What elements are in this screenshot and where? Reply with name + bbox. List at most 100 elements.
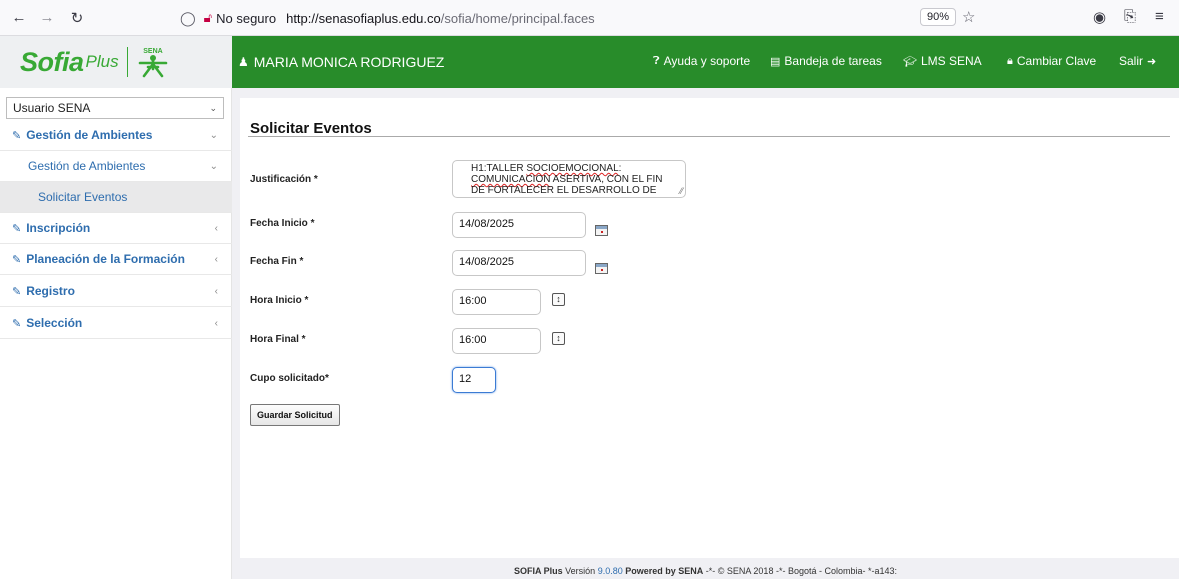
zoom-level-button[interactable]: 90% [920, 8, 957, 26]
task-tray-label: Bandeja de tareas [784, 54, 882, 68]
chevron-down-icon: ⌄ [209, 129, 218, 141]
title-divider [248, 136, 1170, 137]
not-secure-indicator[interactable]: 🔓︎ No seguro [204, 10, 276, 26]
sidebar-item-inscripcion[interactable]: ✎ Inscripción ‹ [0, 213, 232, 244]
menu-icon[interactable]: ≡ [1155, 8, 1164, 25]
edit-icon: ✎ [12, 317, 22, 330]
lms-sena-label: LMS SENA [920, 54, 982, 68]
justificacion-textarea[interactable]: H1:TALLER SOCIOEMOCIONAL: COMUNICACION A… [452, 160, 686, 198]
user-name-label: MARIA MONICA RODRIGUEZ [253, 54, 445, 70]
calendar-icon[interactable] [595, 225, 608, 236]
hora-final-label: Hora Final * [250, 334, 306, 345]
url-host: http://senasofiaplus.edu.co [286, 10, 441, 26]
graduation-cap-icon: 🎓︎ [903, 55, 917, 68]
top-navbar: ♟ MARIA MONICA RODRIGUEZ ❓︎ Ayuda y sopo… [232, 36, 1179, 88]
footer: SOFIA Plus Versión 9.0.80 Powered by SEN… [232, 566, 1179, 579]
main-content: Solicitar Eventos Justificación * H1:TAL… [240, 98, 1179, 558]
cupo-label: Cupo solicitado* [250, 373, 329, 384]
justificacion-text-2: : [618, 163, 622, 174]
guardar-solicitud-button[interactable]: Guardar Solicitud [250, 404, 340, 426]
fecha-inicio-input[interactable]: 14/08/2025 [452, 212, 586, 238]
chevron-down-icon: ⌄ [209, 102, 217, 113]
footer-rest: -*- © SENA 2018 -*- Bogotá - Colombia- *… [703, 566, 898, 576]
task-tray-link[interactable]: ▤ Bandeja de tareas [770, 54, 882, 68]
chevron-left-icon: ‹ [214, 317, 218, 329]
time-spinner-icon[interactable]: ↕ [552, 293, 565, 306]
sidebar-item-label: Inscripción [26, 221, 91, 235]
hora-final-input[interactable]: 16:00 [452, 328, 541, 354]
sidebar: Usuario SENA ⌄ ✎ Gestión de Ambientes ⌄ … [0, 88, 232, 579]
justificacion-label: Justificación * [250, 174, 318, 185]
resize-grip-icon[interactable]: ⁄⁄ [680, 186, 683, 197]
chevron-left-icon: ‹ [214, 285, 218, 297]
footer-powered: Powered by [622, 566, 679, 576]
url-path: /sofia/home/principal.faces [440, 10, 595, 26]
edit-icon: ✎ [12, 222, 22, 235]
sidebar-item-registro[interactable]: ✎ Registro ‹ [0, 276, 232, 307]
not-secure-label: No seguro [216, 10, 277, 26]
sidebar-item-label: Solicitar Eventos [38, 190, 128, 204]
chevron-left-icon: ‹ [214, 222, 218, 234]
extensions-icon[interactable]: ⎘ [1124, 8, 1136, 25]
sidebar-item-label: Planeación de la Formación [26, 252, 185, 266]
hora-inicio-input[interactable]: 16:00 [452, 289, 541, 315]
lock-icon: 🔒︎ [1007, 54, 1013, 67]
fecha-fin-input[interactable]: 14/08/2025 [452, 250, 586, 276]
logout-label: Salir [1119, 54, 1144, 68]
footer-brand: SOFIA Plus [513, 566, 563, 576]
sidebar-item-seleccion[interactable]: ✎ Selección ‹ [0, 308, 232, 339]
logout-link[interactable]: Salir ➜ [1119, 54, 1160, 68]
role-select-value: Usuario SENA [13, 101, 91, 115]
fecha-inicio-label: Fecha Inicio * [250, 218, 315, 229]
account-icon[interactable]: ◉ [1093, 8, 1106, 26]
reload-icon[interactable]: ↻ [66, 9, 88, 27]
inbox-icon: ▤ [770, 55, 781, 68]
justificacion-misspelled-2: COMUNICACION [471, 174, 551, 185]
sidebar-subitem-gestion-ambientes[interactable]: Gestión de Ambientes ⌄ [0, 151, 232, 182]
footer-version-prefix: Versión [562, 566, 598, 576]
question-circle-icon: ❓︎ [653, 54, 660, 67]
browser-toolbar: ← → ↻ ◯ 🔓︎ No seguro http://senasofiaplu… [0, 0, 1179, 36]
edit-icon: ✎ [12, 129, 22, 142]
back-arrow-icon[interactable]: ← [8, 9, 30, 26]
user-name-display: ♟ MARIA MONICA RODRIGUEZ [238, 54, 444, 70]
sofia-plus-logo[interactable]: Sofia Plus SENA [0, 36, 232, 88]
sidebar-item-label: Registro [26, 284, 75, 298]
sign-out-icon: ➜ [1147, 55, 1157, 68]
lms-sena-link[interactable]: 🎓︎ LMS SENA [903, 54, 982, 68]
edit-icon: ✎ [12, 253, 22, 266]
footer-sena: SENA [678, 566, 704, 576]
chevron-down-icon: ⌄ [209, 160, 218, 172]
app-header: Sofia Plus SENA ♟ MARIA MONICA RODRIGUEZ… [0, 36, 1179, 88]
user-icon: ♟ [238, 55, 249, 69]
time-spinner-icon[interactable]: ↕ [552, 332, 565, 345]
calendar-icon[interactable] [595, 263, 608, 274]
sidebar-item-gestion-ambientes[interactable]: ✎ Gestión de Ambientes ⌄ [0, 120, 232, 151]
change-password-label: Cambiar Clave [1016, 54, 1097, 68]
cupo-input[interactable]: 12 [452, 367, 496, 393]
justificacion-misspelled-1: SOCIOEMOCIONAL [526, 163, 619, 174]
sena-logo-text: SENA [143, 48, 162, 55]
footer-version-link[interactable]: 9.0.80 [598, 566, 623, 576]
help-support-link[interactable]: ❓︎ Ayuda y soporte [653, 54, 750, 68]
logo-plus-text: Plus [85, 52, 119, 71]
sidebar-subitem-solicitar-eventos[interactable]: Solicitar Eventos [0, 182, 232, 213]
broken-lock-icon: 🔓︎ [203, 10, 213, 25]
sidebar-item-planeacion[interactable]: ✎ Planeación de la Formación ‹ [0, 244, 232, 275]
sidebar-item-label: Gestión de Ambientes [26, 128, 153, 142]
hora-inicio-label: Hora Inicio * [250, 295, 309, 306]
sidebar-item-label: Selección [26, 316, 83, 330]
sidebar-item-label: Gestión de Ambientes [28, 159, 146, 173]
chevron-left-icon: ‹ [214, 253, 218, 265]
address-bar[interactable]: ◯ 🔓︎ No seguro http://senasofiaplus.edu.… [180, 5, 998, 31]
edit-icon: ✎ [12, 285, 22, 298]
shield-icon[interactable]: ◯ [180, 10, 196, 27]
forward-arrow-icon[interactable]: → [36, 9, 58, 26]
justificacion-text-1: H1:TALLER [471, 163, 527, 174]
logo-sofia-text: Sofia [20, 46, 84, 77]
change-password-link[interactable]: 🔒︎ Cambiar Clave [1007, 54, 1096, 68]
logo-divider [126, 47, 128, 77]
bookmark-star-icon[interactable]: ☆ [962, 8, 975, 26]
help-support-label: Ayuda y soporte [663, 54, 751, 68]
role-select[interactable]: Usuario SENA ⌄ [6, 97, 224, 119]
